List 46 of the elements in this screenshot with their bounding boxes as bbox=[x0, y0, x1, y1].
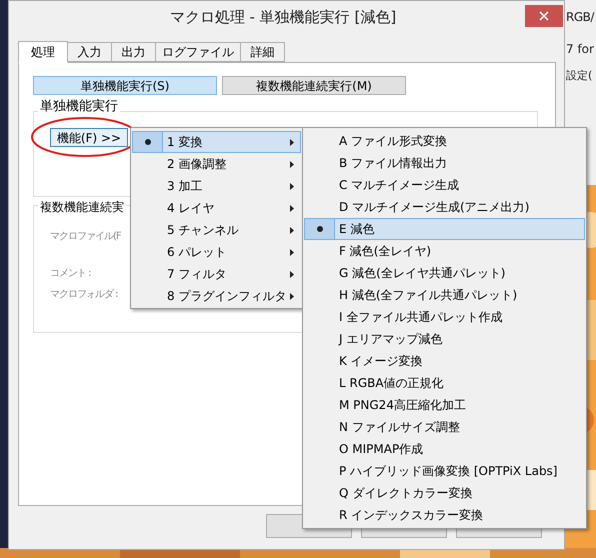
menu-item[interactable]: E 減色 bbox=[304, 218, 585, 240]
field-label: マクロファイル(F bbox=[50, 230, 121, 244]
tab[interactable]: 入力 bbox=[67, 42, 112, 62]
menu-item[interactable]: G 減色(全レイヤ共通パレット) bbox=[304, 262, 585, 284]
menu-item[interactable]: M PNG24高圧縮化加工 bbox=[304, 394, 585, 416]
close-icon bbox=[539, 11, 549, 21]
menu-item[interactable]: N ファイルサイズ調整 bbox=[304, 416, 585, 438]
field-label: マクロフォルダ : bbox=[50, 288, 118, 302]
function-button[interactable]: 機能(F) >> bbox=[50, 128, 128, 147]
menu-item[interactable]: P ハイブリッド画像変換 [OPTPiX Labs] bbox=[304, 460, 585, 482]
background-text: 設定( bbox=[566, 68, 592, 84]
menu-item[interactable]: 8 プラグインフィルタ bbox=[132, 285, 301, 307]
mode-button[interactable]: 単独機能実行(S) bbox=[33, 76, 217, 95]
mode-button[interactable]: 複数機能連続実行(M) bbox=[222, 76, 406, 95]
bullet-icon bbox=[316, 226, 322, 232]
menu-item[interactable]: 7 フィルタ bbox=[132, 263, 301, 285]
menu-item[interactable]: Q ダイレクトカラー変換 bbox=[304, 482, 585, 504]
menu-item[interactable]: H 減色(全ファイル共通パレット) bbox=[304, 284, 585, 306]
menu-item[interactable]: 3 加工 bbox=[132, 175, 301, 197]
tab[interactable]: 詳細 bbox=[240, 42, 285, 62]
tab[interactable]: 処理 bbox=[18, 41, 68, 63]
background-text: RGB/ bbox=[566, 9, 594, 26]
menu-item[interactable]: J エリアマップ減色 bbox=[304, 328, 585, 350]
group-title: 複数機能連続実 bbox=[38, 198, 126, 216]
background-text: 7 for bbox=[566, 41, 594, 58]
close-button[interactable] bbox=[525, 5, 563, 27]
tab[interactable]: 出力 bbox=[111, 42, 156, 62]
menu-item[interactable]: R インデックスカラー変換 bbox=[304, 504, 585, 526]
menu-item[interactable]: 1 変換 bbox=[132, 131, 301, 153]
menu-item[interactable]: 5 チャンネル bbox=[132, 219, 301, 241]
field-label: コメント : bbox=[50, 267, 91, 281]
menu-item[interactable]: L RGBA値の正規化 bbox=[304, 372, 585, 394]
menu-item[interactable]: K イメージ変換 bbox=[304, 350, 585, 372]
menu-item[interactable]: 6 パレット bbox=[132, 241, 301, 263]
window-title: マクロ処理 - 単独機能実行 [減色] bbox=[168, 7, 398, 28]
menu-item[interactable]: B ファイル情報出力 bbox=[304, 152, 585, 174]
menu-item[interactable]: O MIPMAP作成 bbox=[304, 438, 585, 460]
bullet-icon bbox=[144, 139, 150, 145]
menu-item[interactable]: A ファイル形式変換 bbox=[304, 130, 585, 152]
menu-item[interactable]: C マルチイメージ生成 bbox=[304, 174, 585, 196]
menu-item[interactable]: F 減色(全レイヤ) bbox=[304, 240, 585, 262]
menu-item[interactable]: 4 レイヤ bbox=[132, 197, 301, 219]
menu-item[interactable]: I 全ファイル共通パレット作成 bbox=[304, 306, 585, 328]
menu-item[interactable]: 2 画像調整 bbox=[132, 153, 301, 175]
tab[interactable]: ログファイル bbox=[155, 42, 241, 62]
menu-item[interactable]: D マルチイメージ生成(アニメ出力) bbox=[304, 196, 585, 218]
